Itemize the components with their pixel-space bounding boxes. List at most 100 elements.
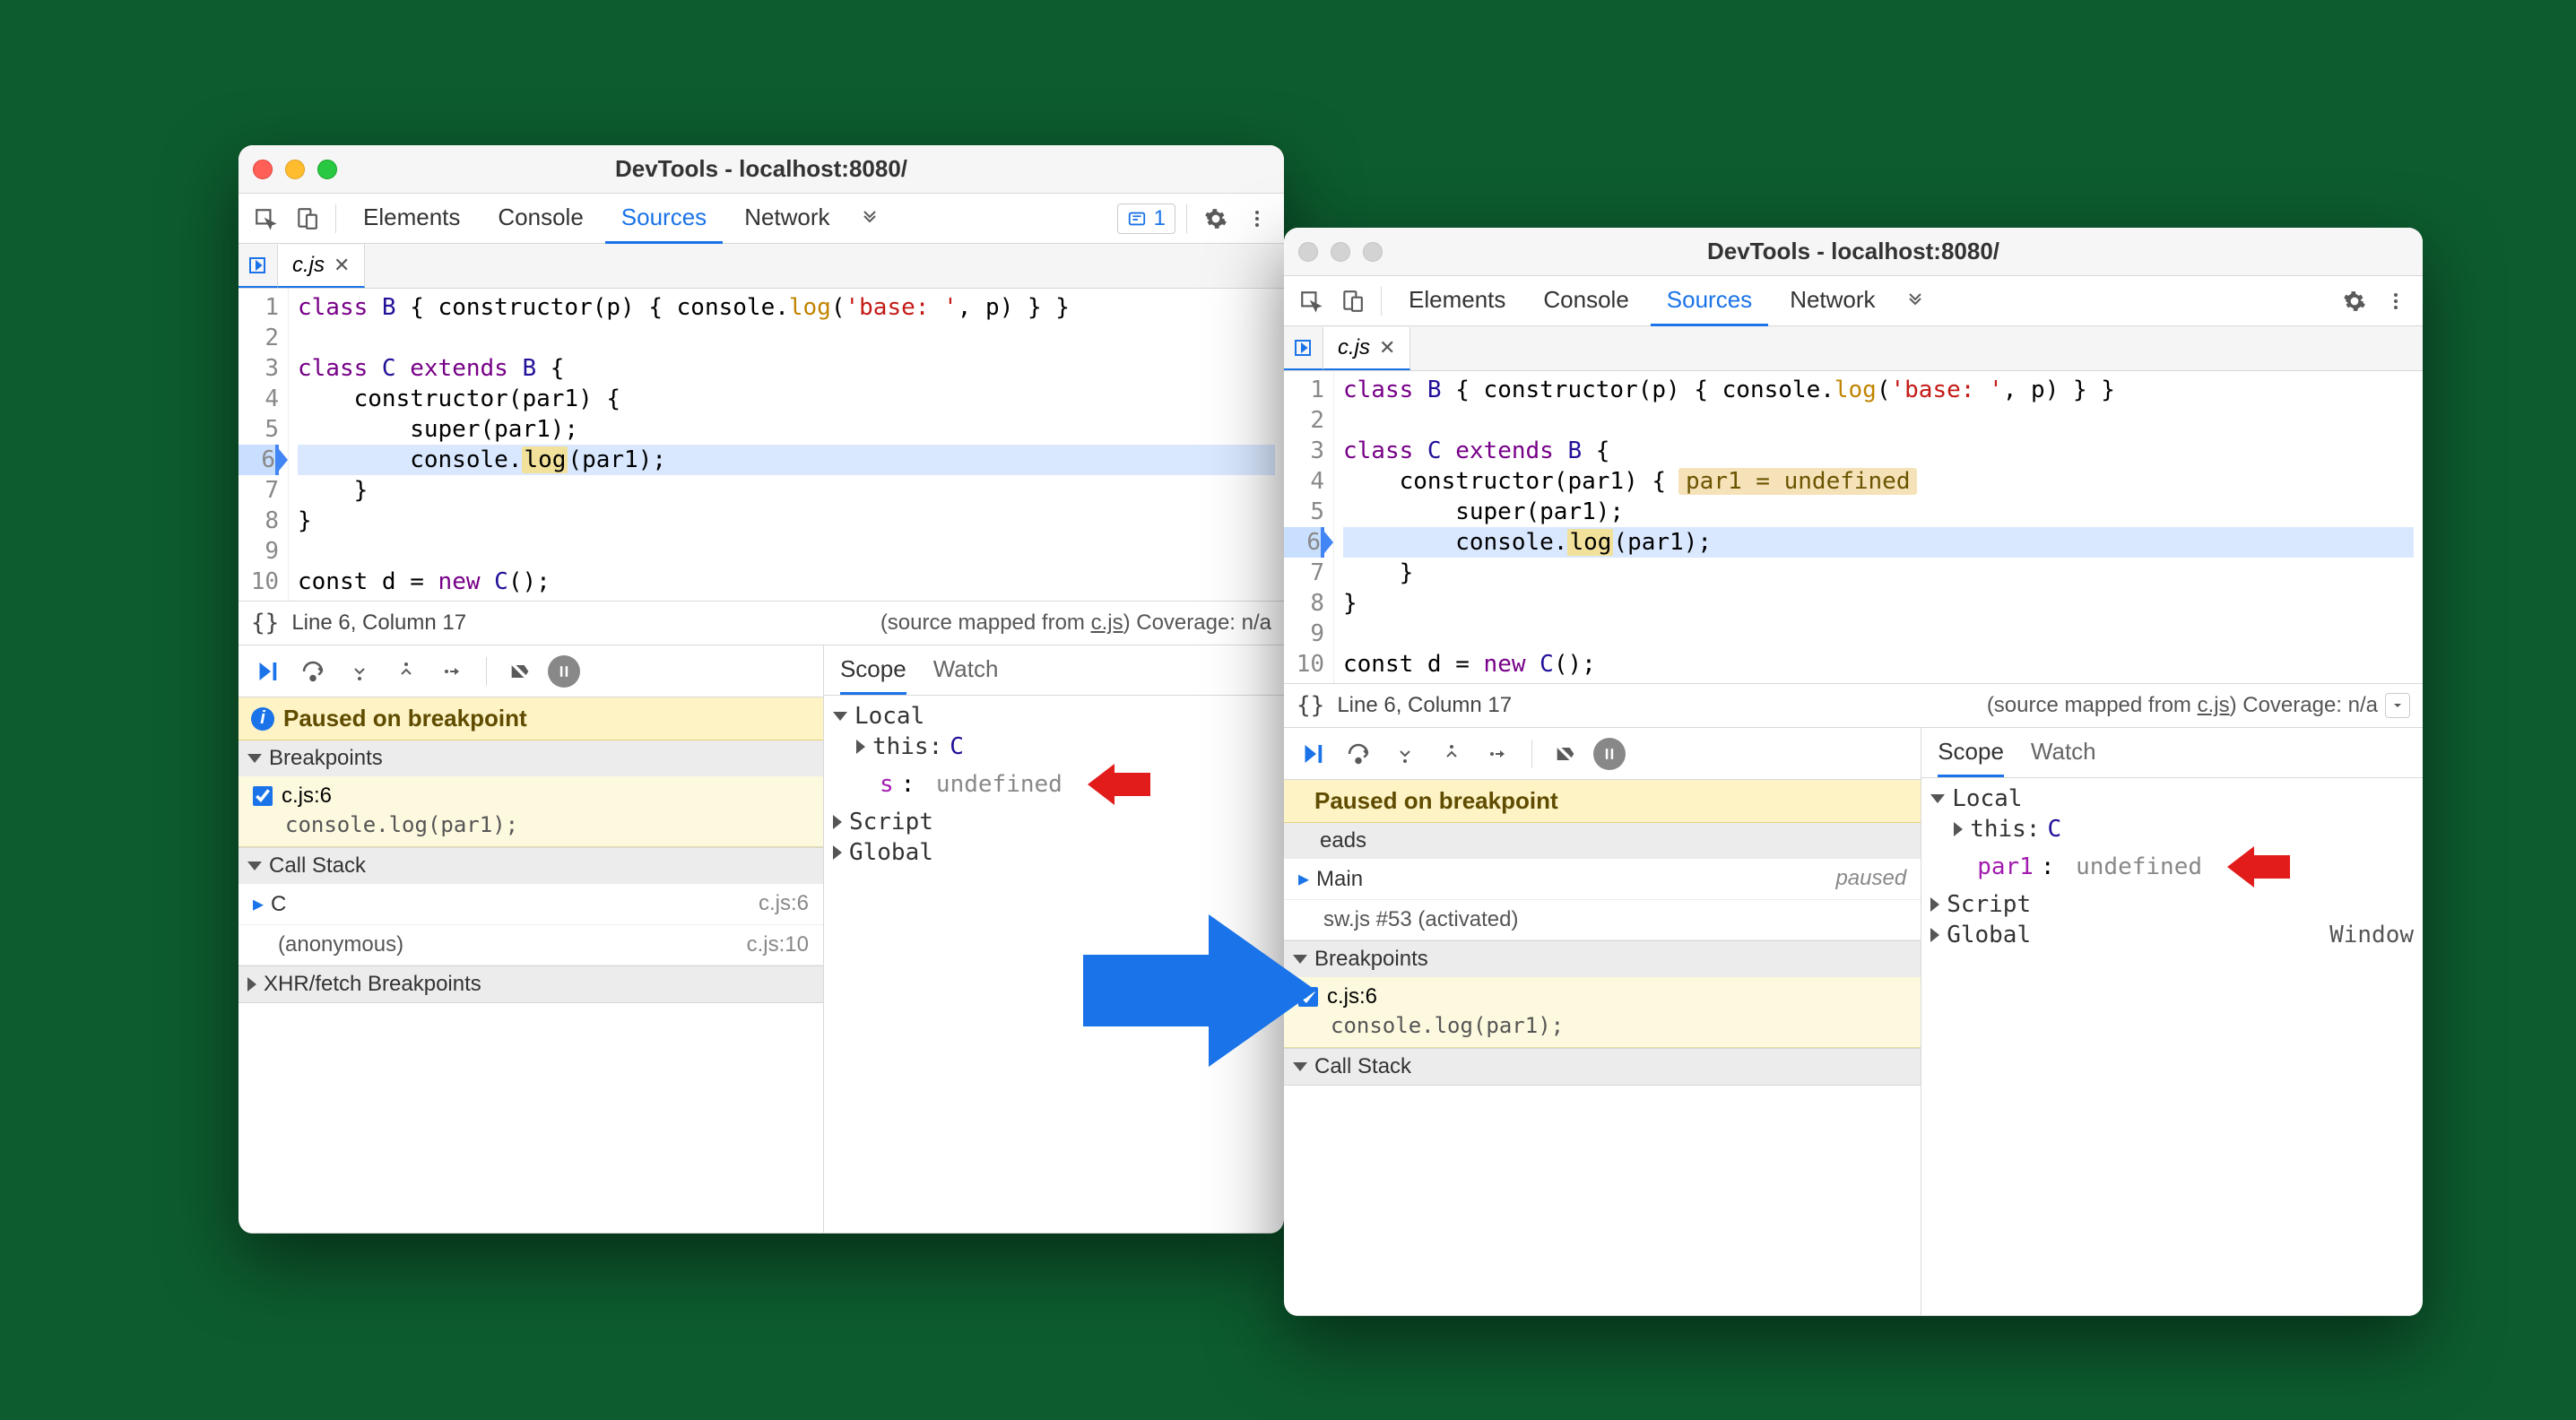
- coverage-dropdown-icon[interactable]: [2385, 693, 2410, 718]
- file-tab-bar: c.js ✕: [239, 244, 1284, 289]
- inspect-icon[interactable]: [247, 201, 283, 237]
- minimize-window-icon[interactable]: [1331, 242, 1350, 262]
- breakpoints-section: Breakpoints c.js:6 console.log(par1);: [239, 740, 823, 848]
- source-map-info: (source mapped from c.js) Coverage: n/a: [880, 610, 1271, 636]
- line-gutter[interactable]: 12345678910: [239, 289, 289, 601]
- tab-console[interactable]: Console: [481, 194, 599, 244]
- tab-console[interactable]: Console: [1527, 276, 1644, 326]
- info-icon: i: [251, 707, 274, 731]
- zoom-window-icon[interactable]: [1363, 242, 1383, 262]
- inline-value-hint: par1 = undefined: [1678, 468, 1917, 495]
- file-tab-cjs[interactable]: c.js ✕: [1323, 327, 1410, 370]
- status-bar: {} Line 6, Column 17 (source mapped from…: [1284, 683, 2423, 728]
- inspect-icon[interactable]: [1293, 283, 1329, 319]
- deactivate-breakpoints-icon[interactable]: [501, 653, 539, 690]
- braces-icon[interactable]: {}: [251, 610, 279, 636]
- status-bar: {} Line 6, Column 17 (source mapped from…: [239, 601, 1284, 645]
- thread-item[interactable]: ▸Mainpaused: [1284, 859, 1921, 900]
- callstack-frame[interactable]: (anonymous)c.js:10: [239, 925, 823, 965]
- pause-exceptions-icon[interactable]: [548, 655, 580, 688]
- step-into-icon[interactable]: [341, 653, 378, 690]
- device-toggle-icon[interactable]: [289, 201, 325, 237]
- braces-icon[interactable]: {}: [1297, 692, 1324, 719]
- code-body[interactable]: class B { constructor(p) { console.log('…: [289, 289, 1284, 601]
- window-title: DevTools - localhost:8080/: [1284, 238, 2423, 265]
- debugger-pane: Paused on breakpoint eads ▸Mainpaused sw…: [1284, 728, 2423, 1316]
- close-icon[interactable]: ✕: [1379, 336, 1395, 359]
- scope-local[interactable]: Local: [833, 701, 1275, 732]
- more-tabs-icon[interactable]: [852, 201, 888, 237]
- tab-network[interactable]: Network: [728, 194, 846, 244]
- window-title: DevTools - localhost:8080/: [239, 155, 1284, 183]
- close-icon[interactable]: ✕: [334, 254, 350, 277]
- device-toggle-icon[interactable]: [1334, 283, 1370, 319]
- step-over-icon[interactable]: [1340, 735, 1377, 773]
- callstack-header[interactable]: Call Stack: [1284, 1049, 1921, 1085]
- line-gutter[interactable]: 12345678910: [1284, 371, 1334, 683]
- window-titlebar: DevTools - localhost:8080/: [1284, 228, 2423, 276]
- close-window-icon[interactable]: [253, 160, 273, 179]
- separator: [486, 657, 487, 686]
- scope-this[interactable]: this: C: [856, 732, 1275, 762]
- step-into-icon[interactable]: [1386, 735, 1424, 773]
- toggle-navigator-icon[interactable]: [1284, 327, 1323, 370]
- breakpoints-header[interactable]: Breakpoints: [1284, 941, 1921, 977]
- breakpoint-item[interactable]: c.js:6 console.log(par1);: [1284, 977, 1921, 1048]
- toggle-navigator-icon[interactable]: [239, 245, 278, 288]
- tab-watch[interactable]: Watch: [2031, 729, 2096, 777]
- kebab-menu-icon[interactable]: [1239, 201, 1275, 237]
- step-out-icon[interactable]: [387, 653, 425, 690]
- traffic-lights: [1298, 242, 1383, 262]
- gear-icon[interactable]: [1198, 201, 1234, 237]
- scope-script[interactable]: Script: [833, 807, 1275, 837]
- traffic-lights: [253, 160, 337, 179]
- code-editor[interactable]: 12345678910 class B { constructor(p) { c…: [1284, 371, 2423, 683]
- threads-header[interactable]: eads: [1284, 823, 1921, 859]
- pause-exceptions-icon[interactable]: [1593, 738, 1626, 770]
- scope-script[interactable]: Script: [1930, 889, 2414, 920]
- resume-icon[interactable]: [1293, 735, 1331, 773]
- more-tabs-icon[interactable]: [1897, 283, 1933, 319]
- scope-variable[interactable]: par1: undefined: [1977, 844, 2414, 889]
- kebab-menu-icon[interactable]: [2378, 283, 2414, 319]
- deactivate-breakpoints-icon[interactable]: [1547, 735, 1584, 773]
- breakpoints-header[interactable]: Breakpoints: [239, 740, 823, 776]
- tab-watch[interactable]: Watch: [933, 646, 999, 695]
- file-tab-cjs[interactable]: c.js ✕: [278, 245, 365, 288]
- breakpoint-location: c.js:6: [282, 784, 332, 809]
- callstack-header[interactable]: Call Stack: [239, 848, 823, 884]
- paused-text: Paused on breakpoint: [283, 705, 527, 732]
- step-icon[interactable]: [434, 653, 472, 690]
- minimize-window-icon[interactable]: [285, 160, 305, 179]
- step-out-icon[interactable]: [1433, 735, 1470, 773]
- thread-item[interactable]: sw.js #53 (activated): [1284, 900, 1921, 940]
- step-icon[interactable]: [1479, 735, 1517, 773]
- step-over-icon[interactable]: [294, 653, 332, 690]
- code-body[interactable]: class B { constructor(p) { console.log('…: [1334, 371, 2423, 683]
- scope-global[interactable]: GlobalWindow: [1930, 920, 2414, 950]
- code-editor[interactable]: 12345678910 class B { constructor(p) { c…: [239, 289, 1284, 601]
- tab-elements[interactable]: Elements: [1392, 276, 1522, 326]
- tab-sources[interactable]: Sources: [605, 194, 723, 244]
- resume-icon[interactable]: [247, 653, 285, 690]
- tab-elements[interactable]: Elements: [347, 194, 476, 244]
- breakpoint-item[interactable]: c.js:6 console.log(par1);: [239, 776, 823, 847]
- gear-icon[interactable]: [2337, 283, 2372, 319]
- scope-local[interactable]: Local: [1930, 784, 2414, 814]
- scope-global[interactable]: Global: [833, 837, 1275, 868]
- scope-variable[interactable]: s: undefined: [880, 762, 1275, 807]
- tab-scope[interactable]: Scope: [1938, 729, 2004, 777]
- tab-sources[interactable]: Sources: [1651, 276, 1768, 326]
- close-window-icon[interactable]: [1298, 242, 1318, 262]
- tab-network[interactable]: Network: [1774, 276, 1891, 326]
- callstack-frame[interactable]: ▸Cc.js:6: [239, 884, 823, 925]
- issues-badge[interactable]: 1: [1117, 203, 1175, 234]
- tab-scope[interactable]: Scope: [840, 646, 906, 695]
- breakpoint-checkbox[interactable]: [253, 786, 273, 806]
- zoom-window-icon[interactable]: [317, 160, 337, 179]
- callstack-section: Call Stack: [1284, 1049, 1921, 1086]
- scope-this[interactable]: this: C: [1954, 814, 2414, 844]
- xhr-breakpoints-header[interactable]: XHR/fetch Breakpoints: [239, 966, 823, 1002]
- main-tabs: Elements Console Sources Network: [1284, 276, 2423, 326]
- debugger-left: Paused on breakpoint eads ▸Mainpaused sw…: [1284, 728, 1921, 1315]
